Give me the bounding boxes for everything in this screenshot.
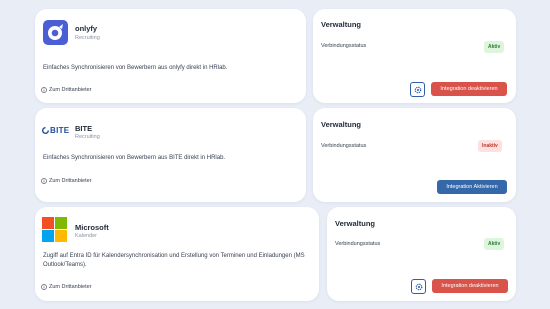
bite-logo-text: BITE (50, 126, 70, 135)
integration-card-onlyfy: onlyfy Recruiting Einfaches Synchronisie… (35, 9, 306, 103)
integration-category: Recruiting (75, 134, 100, 140)
integration-name: onlyfy (75, 24, 98, 33)
admin-card-onlyfy: Verwaltung Verbindungsstatus Aktiv Integ… (313, 9, 516, 103)
gear-icon (415, 283, 422, 290)
integration-card-microsoft: Microsoft Kalender Zugiff auf Entra ID f… (35, 207, 319, 301)
integration-category: Kalender (75, 233, 98, 239)
integration-name: BITE (75, 124, 93, 133)
integration-description: Einfaches Synchronisieren von Bewerbern … (43, 155, 226, 161)
status-badge: Aktiv (484, 238, 505, 250)
deactivate-integration-button[interactable]: Integration deaktivieren (432, 279, 508, 293)
bite-logo-icon (42, 127, 49, 134)
status-label: Verbindungsstatus (335, 241, 381, 247)
integration-description: Zugiff auf Entra ID für Kalendersynchron… (43, 253, 305, 268)
bite-logo: BITE (42, 126, 69, 135)
third-party-link[interactable]: Zum Drittanbieter (41, 178, 92, 184)
admin-card-bite: Verwaltung Verbindungsstatus Inaktiv Int… (313, 108, 516, 202)
status-badge: Aktiv (484, 41, 505, 53)
status-badge: Inaktiv (478, 140, 502, 152)
microsoft-logo-icon (42, 217, 67, 242)
integration-description: Einfaches Synchronisieren von Bewerbern … (43, 65, 228, 71)
third-party-link[interactable]: Zum Drittanbieter (41, 284, 92, 290)
integration-card-bite: BITE BITE Recruiting Einfaches Synchroni… (35, 108, 306, 202)
admin-title: Verwaltung (321, 20, 362, 29)
third-party-link[interactable]: Zum Drittanbieter (41, 87, 92, 93)
integration-category: Recruiting (75, 35, 100, 41)
third-party-link-label: Zum Drittanbieter (49, 87, 92, 93)
admin-card-microsoft: Verwaltung Verbindungsstatus Aktiv Integ… (327, 207, 516, 301)
gear-icon (414, 86, 421, 93)
info-icon (41, 178, 47, 184)
settings-button[interactable] (410, 82, 425, 97)
info-icon (41, 284, 47, 290)
admin-title: Verwaltung (335, 219, 376, 228)
status-label: Verbindungsstatus (321, 143, 367, 149)
status-label: Verbindungsstatus (321, 43, 367, 49)
deactivate-integration-button[interactable]: Integration deaktivieren (431, 82, 507, 96)
third-party-link-label: Zum Drittanbieter (49, 284, 92, 290)
third-party-link-label: Zum Drittanbieter (49, 178, 92, 184)
activate-integration-button[interactable]: Integration Aktivieren (437, 180, 507, 194)
settings-button[interactable] (411, 279, 426, 294)
onlyfy-logo-icon (43, 20, 68, 45)
info-icon (41, 87, 47, 93)
admin-title: Verwaltung (321, 120, 362, 129)
integration-name: Microsoft (75, 223, 109, 232)
